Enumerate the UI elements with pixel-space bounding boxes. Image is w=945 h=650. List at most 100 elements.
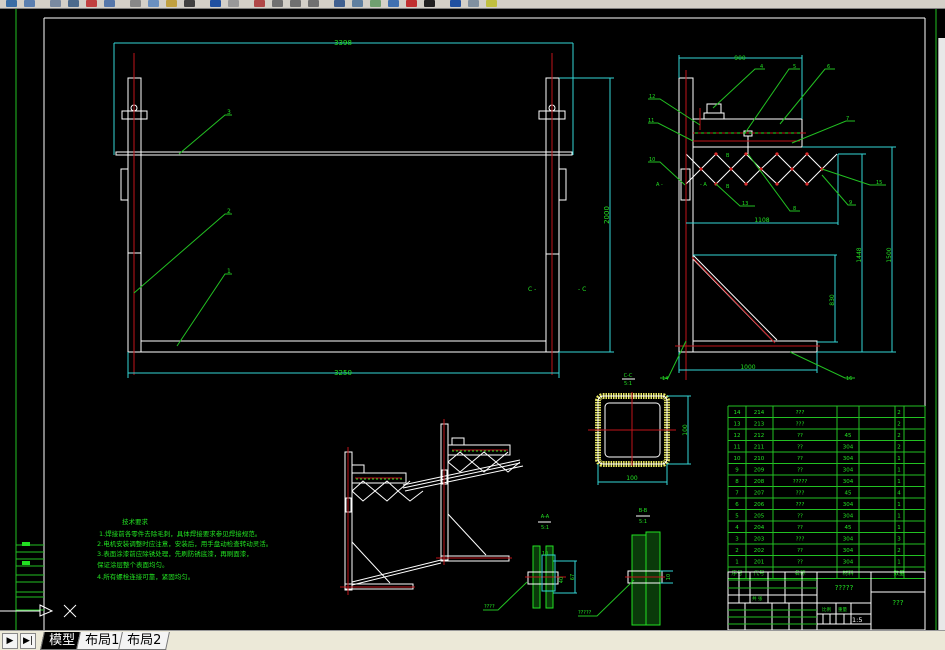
bom-name: ??? [796,491,805,497]
undo-icon[interactable] [210,0,221,7]
dim-outer-height: 1500 [886,247,893,262]
cut-icon[interactable] [130,0,141,7]
bom-no: 6 [735,502,739,508]
zoom-window-icon[interactable] [290,0,301,7]
scissor-joints [699,152,824,186]
bom-qty: 1 [897,560,901,566]
section-c-dim-height: 100 [682,424,689,436]
ucs-icon [0,604,77,618]
bom-no: 2 [735,548,739,554]
bom-code: 210 [754,456,765,462]
markup-icon[interactable] [406,0,417,7]
bom-name: ??? [796,537,805,543]
drawing-canvas[interactable]: 3398 3250 2000 3 2 1 C - - C 900 1108 14… [0,9,945,631]
zoom-previous-icon[interactable] [308,0,319,7]
table-row: 14 214??? 2 [734,410,901,416]
bom-material: 304 [843,514,854,520]
zoom-realtime-icon[interactable] [272,0,283,7]
tool-palette-icon[interactable] [370,0,381,7]
paste-icon[interactable] [166,0,177,7]
bom-code: 207 [754,491,765,497]
redo-icon[interactable] [228,0,239,7]
bom-no: 8 [735,479,739,485]
bom-qty: 2 [897,410,901,416]
copy-icon[interactable] [148,0,159,7]
table-row: 2 202?? 304 2 [735,548,901,554]
part-label-11: 11 [648,118,654,124]
dim-overall-width: 3398 [334,39,352,47]
bom-name: ?? [797,433,803,439]
front-view[interactable]: 3398 3250 2000 3 2 1 C - - C [113,39,614,378]
bom-qty: 数量 [893,569,905,577]
bom-no: 7 [735,491,739,497]
part-label-2: 2 [227,208,231,215]
tech-notes-title: 技术要求 [122,517,149,526]
tab-layout2[interactable]: 布局2 [118,632,171,650]
tab-layout2-label: 布局2 [127,633,162,648]
tech-note-1: 1.焊接前各零件去除毛刺，具体焊接要求参见焊接规范。 [99,529,261,538]
dim-base-width: 3250 [334,369,352,377]
bom-material: 45 [845,491,852,497]
bom-material: 304 [843,560,854,566]
part-label-6: 6 [827,64,830,70]
publish-icon[interactable] [104,0,115,7]
bom-qty: 1 [897,456,901,462]
help-icon[interactable] [450,0,461,7]
properties-icon[interactable] [334,0,345,7]
section-c-c[interactable]: C-C 5:1 100 100 [588,373,691,485]
toolbar [0,0,945,9]
bom-material: 304 [843,537,854,543]
detail-a-scale: 5:1 [541,525,549,531]
section-mark-a-left: A - [656,182,663,188]
detail-a-a[interactable]: A-A 5:1 10 40 67 ???? [483,514,577,611]
bom-qty: 3 [897,537,901,543]
bom-qty: 1 [897,479,901,485]
folded-state-view[interactable] [340,419,524,595]
bom-qty: 1 [897,502,901,508]
part-label-3: 3 [227,109,231,116]
open-icon[interactable] [24,0,35,7]
scale-label: 比例 [822,606,831,613]
print-icon[interactable] [68,0,79,7]
dim-height: 2000 [603,206,611,224]
part-label-9: 9 [849,200,852,206]
next-tab-button[interactable]: ▶ [2,633,18,649]
tech-note-3-cont: 保证涂层整个表面均匀。 [97,560,169,569]
bom-name: ?? [797,468,803,474]
table-row: 8 208????? 304 1 [735,479,901,485]
layer-icon[interactable] [468,0,479,7]
bom-no: 序号 [731,569,743,577]
drawing-svg[interactable]: 3398 3250 2000 3 2 1 C - - C 900 1108 14… [0,9,945,631]
new-icon[interactable] [6,0,17,7]
tech-note-4: 4.所有螺栓连接可靠，紧固均匀。 [97,572,194,581]
table-row: 11 211?? 304 2 [734,445,901,451]
detail-b-b[interactable]: B-B 5:1 10 ????? [578,508,673,626]
title-block: ????? ??? 比例 重量 1:5 共 张 [727,571,926,631]
tech-note-2: 2.电机安装调整时应注意，安装后，用手盘动检查转动灵活。 [97,539,272,548]
layout-tab-bar: ▶ ▶| 模型 布局1 布局2 [0,630,945,650]
design-center-icon[interactable] [352,0,363,7]
table-row: 6 206??? 304 1 [735,502,901,508]
vertical-scrollbar[interactable] [938,38,945,630]
match-icon[interactable] [184,0,195,7]
dim-base-depth: 1000 [740,364,755,371]
bom-no: 5 [735,514,739,520]
side-view[interactable]: 900 1108 1448 1500 830 1000 4 5 6 12 11 … [648,55,896,382]
bom-qty: 2 [897,433,901,439]
part-label-8: 8 [793,206,796,212]
bom-no: 4 [735,525,739,531]
pan-icon[interactable] [254,0,265,7]
layer-state-icon[interactable] [486,0,497,7]
tech-note-3: 3.表面涂漆前应除锈处理，先刷防锈底漆，再刷面漆， [97,549,253,558]
calculator-icon[interactable] [424,0,435,7]
detail-a-title: A-A [541,514,550,520]
part-label-14: 14 [662,376,668,382]
sheet-set-icon[interactable] [388,0,399,7]
bom-no: 9 [735,468,739,474]
parts-list: 14 214??? 213 213??? 212 212?? 45 211 211?? 304 21… [727,405,926,579]
table-row: 12 212?? 45 2 [734,433,901,439]
last-tab-button[interactable]: ▶| [20,633,36,649]
preview-icon[interactable] [86,0,97,7]
detail-b-title: B-B [639,508,648,514]
save-icon[interactable] [50,0,61,7]
